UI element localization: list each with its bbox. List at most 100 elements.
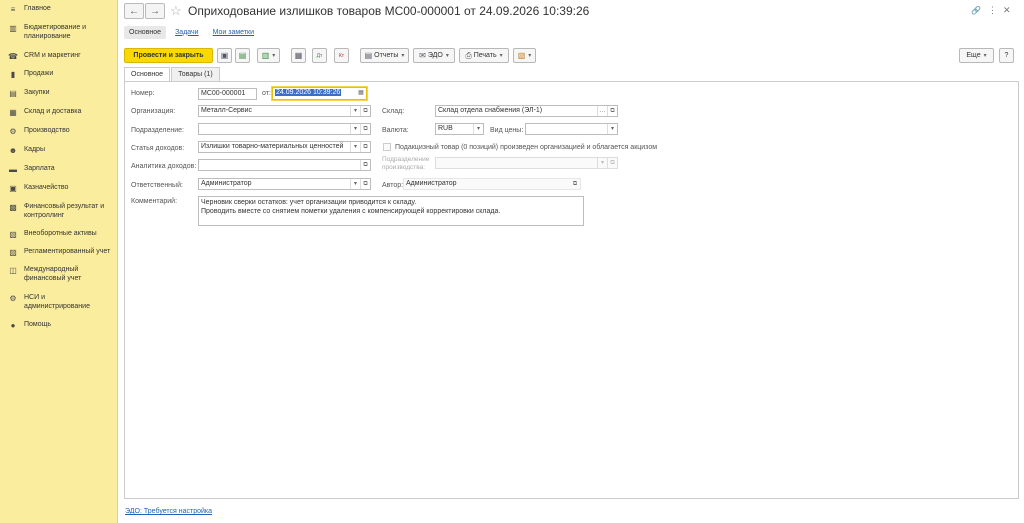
comment-label: Комментарий: (131, 198, 178, 205)
open-icon[interactable]: ⧉ (360, 124, 370, 134)
number-field[interactable]: МС00-000001 (198, 88, 257, 100)
forward-button[interactable]: → (145, 3, 165, 19)
organization-field[interactable]: Металл-Сервис ▾ ⧉ (198, 105, 371, 117)
author-label: Автор: (382, 182, 404, 189)
post-and-close-button[interactable]: Провести и закрыть (124, 48, 213, 63)
date-from-label: от: (262, 90, 271, 97)
tab-my-notes[interactable]: Мои заметки (208, 26, 259, 39)
open-icon[interactable]: ⧉ (570, 179, 580, 189)
sidebar-item-international[interactable]: ◫ Международный финансовый учет (0, 266, 118, 283)
edo-button[interactable]: ✉ ЭДО ▾ (413, 48, 455, 63)
sidebar-item-warehouse[interactable]: ▦ Склад и доставка (0, 108, 118, 118)
open-icon[interactable]: ⧉ (360, 142, 370, 152)
create-based-icon: ▥ (261, 51, 270, 60)
dt-kt-red-button[interactable]: Кт (334, 48, 349, 63)
dt-kt-button[interactable]: Дт (312, 48, 327, 63)
chevron-down-icon: ▾ (499, 53, 503, 59)
sales-icon: ▮ (10, 70, 16, 79)
sidebar-item-main[interactable]: ≡ Главное (0, 5, 118, 15)
production-department-label: Подразделение производства: (382, 156, 430, 171)
date-field[interactable]: 24.09.2026 10:39:26 ▦ (272, 87, 367, 100)
sidebar-item-regulated[interactable]: ▨ Регламентированный учет (0, 248, 118, 258)
tab-main-section[interactable]: Основное (124, 25, 167, 39)
comment-line: Проводить вместе со снятием пометки удал… (201, 208, 501, 215)
finance-icon: ▩ (9, 203, 17, 212)
create-based-on-button[interactable]: ▥ ▾ (257, 48, 280, 63)
printer-icon: ⎙ (465, 50, 472, 60)
sidebar-item-production[interactable]: ⚙ Производство (0, 127, 118, 137)
sidebar-item-crm[interactable]: ☎ CRM и маркетинг (0, 52, 118, 62)
sidebar-item-fixed-assets[interactable]: ▧ Внеоборотные активы (0, 230, 118, 240)
sidebar-item-nsi-admin[interactable]: ⚙ НСИ и администрирование (0, 294, 118, 311)
chevron-down-icon[interactable]: ▾ (473, 124, 483, 134)
open-icon[interactable]: ⧉ (360, 106, 370, 116)
link-icon[interactable]: 🔗 (971, 5, 981, 15)
open-icon[interactable]: ⧉ (607, 106, 617, 116)
organization-value: Металл-Сервис (201, 107, 253, 114)
close-icon[interactable]: ✕ (1003, 5, 1011, 16)
structure-button[interactable]: ▦ (291, 48, 306, 63)
organization-label: Организация: (131, 108, 176, 115)
warehouse-label: Склад: (382, 108, 405, 115)
sidebar-item-help[interactable]: ● Помощь (0, 321, 118, 331)
sidebar-item-label: Закупки (24, 89, 50, 96)
back-button[interactable]: ← (124, 3, 144, 19)
gear-icon: ⚙ (9, 127, 17, 136)
currency-field[interactable]: RUB ▾ (435, 123, 484, 135)
chevron-down-icon[interactable]: ▾ (350, 142, 360, 152)
income-analytics-label: Аналитика доходов: (131, 163, 197, 170)
sidebar-item-purchases[interactable]: ▤ Закупки (0, 89, 118, 99)
income-analytics-field[interactable]: ⧉ (198, 159, 371, 171)
open-icon[interactable]: ⧉ (360, 160, 370, 170)
tab-main[interactable]: Основное (124, 67, 171, 81)
author-field: Администратор ⧉ (403, 178, 581, 190)
date-value: 24.09.2026 10:39:26 (275, 89, 342, 96)
attachments-button[interactable]: ▧ ▾ (513, 48, 536, 63)
sidebar-item-hr[interactable]: ☻ Кадры (0, 146, 118, 156)
international-icon: ◫ (9, 266, 17, 275)
sidebar-item-salary[interactable]: ▬ Зарплата (0, 165, 118, 175)
post-doc-icon: ▤ (238, 51, 247, 60)
chevron-down-icon[interactable]: ▾ (350, 124, 360, 134)
save-button[interactable]: ▣ (217, 48, 232, 63)
warehouse-field[interactable]: Склад отдела снабжения (ЭЛ-1) … ⧉ (435, 105, 618, 117)
sidebar-item-treasury[interactable]: ▣ Казначейство (0, 184, 118, 194)
open-icon[interactable]: ⧉ (360, 179, 370, 189)
income-item-field[interactable]: Излишки товарно-материальных ценностей ▾… (198, 141, 371, 153)
tab-tasks[interactable]: Задачи (170, 26, 204, 39)
sidebar-item-budgeting[interactable]: ▥ Бюджетирование и планирование (0, 24, 118, 41)
sidebar-item-sales[interactable]: ▮ Продажи (0, 70, 118, 80)
attachment-icon: ▧ (517, 51, 526, 60)
more-button[interactable]: Еще ▾ (959, 48, 994, 63)
chevron-down-icon[interactable]: ▾ (350, 106, 360, 116)
excise-label: Подакцизный товар (0 позиций) произведен… (395, 144, 658, 151)
excise-checkbox[interactable] (383, 143, 391, 151)
more-vertical-icon[interactable]: ⋮ (988, 5, 997, 16)
chevron-down-icon[interactable]: ▾ (607, 124, 617, 134)
select-dots-icon[interactable]: … (597, 106, 607, 116)
comment-textarea[interactable]: Черновик сверки остатков: учет организац… (198, 196, 584, 226)
sidebar-item-finance[interactable]: ▩ Финансовый результат и контроллинг (0, 203, 118, 220)
help-button[interactable]: ? (999, 48, 1014, 63)
print-button[interactable]: ⎙ Печать ▾ (459, 48, 509, 63)
sidebar-item-label: Международный финансовый учет (24, 266, 82, 282)
chevron-down-icon: ▾ (445, 53, 449, 59)
price-type-label: Вид цены: (490, 127, 524, 134)
responsible-field[interactable]: Администратор ▾ ⧉ (198, 178, 371, 190)
income-item-label: Статья доходов: (131, 145, 185, 152)
number-label: Номер: (131, 90, 155, 97)
chevron-down-icon: ▾ (401, 53, 405, 59)
favorite-star-icon[interactable]: ☆ (170, 3, 182, 19)
price-type-field[interactable]: ▾ (525, 123, 618, 135)
department-field[interactable]: ▾ ⧉ (198, 123, 371, 135)
author-value: Администратор (406, 180, 457, 187)
chevron-down-icon[interactable]: ▾ (350, 179, 360, 189)
calendar-icon[interactable]: ▦ (356, 88, 366, 98)
edo-setup-link[interactable]: ЭДО: Требуется настройка (125, 508, 212, 515)
currency-value: RUB (438, 125, 453, 132)
tab-goods[interactable]: Товары (1) (171, 67, 220, 81)
arrow-left-icon: ← (129, 5, 139, 17)
post-button[interactable]: ▤ (235, 48, 250, 63)
regulated-icon: ▨ (9, 248, 17, 257)
reports-button[interactable]: ▤ Отчеты ▾ (360, 48, 409, 63)
